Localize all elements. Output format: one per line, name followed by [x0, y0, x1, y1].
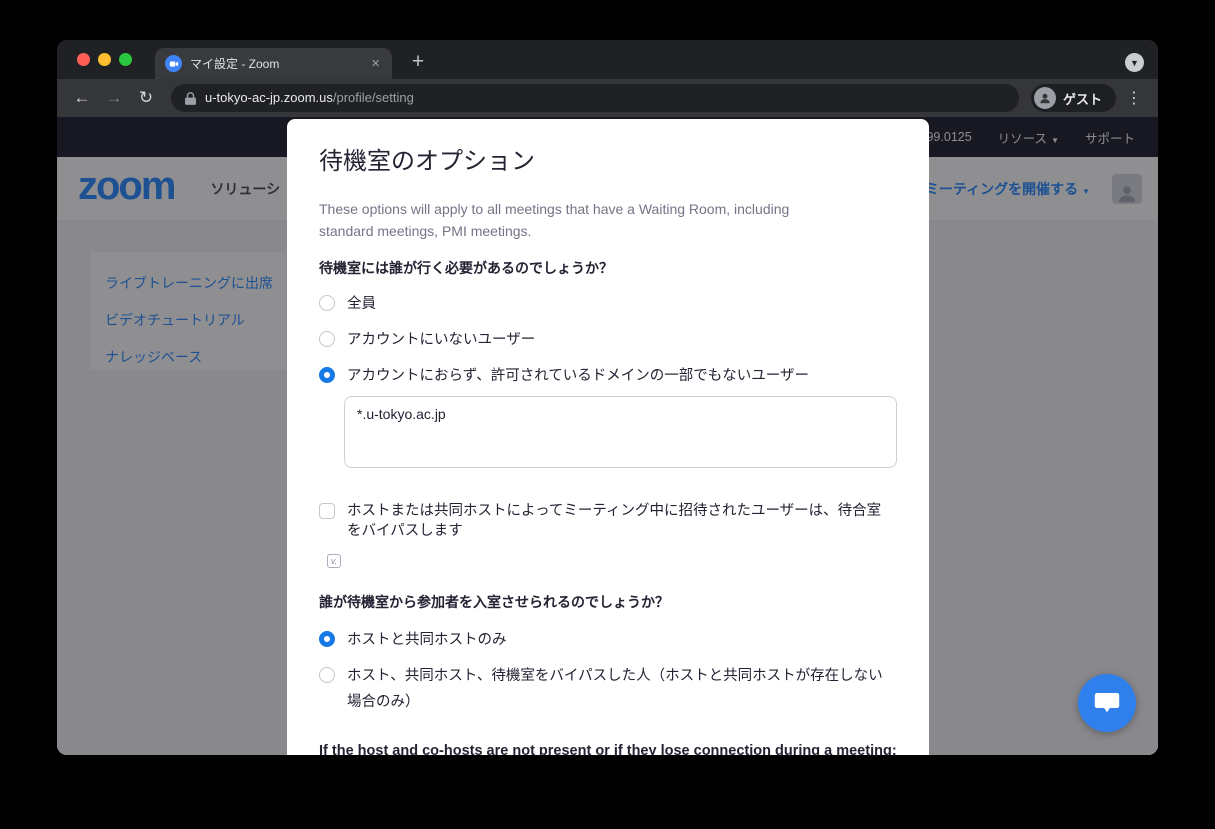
- window-controls: [77, 53, 132, 66]
- question-who-can-admit: 誰が待機室から参加者を入室させられるのでしょうか？: [319, 592, 897, 612]
- lock-icon: [185, 92, 196, 105]
- radio-icon[interactable]: [319, 295, 335, 311]
- checkbox-icon[interactable]: [319, 503, 335, 519]
- radio-icon-selected[interactable]: [319, 631, 335, 647]
- radio-icon[interactable]: [319, 667, 335, 683]
- unknown-glyph-icon: v.: [327, 554, 341, 568]
- radio-icon-selected[interactable]: [319, 367, 335, 383]
- radio-option-host-cohosts-only[interactable]: ホストと共同ホストのみ: [319, 630, 897, 650]
- tab-close-icon[interactable]: ×: [369, 54, 382, 73]
- desktop: マイ設定 - Zoom × + ▼ ← → ↻ u-tokyo-ac-jp.zo…: [0, 0, 1215, 829]
- url-domain: u-tokyo-ac-jp.zoom.us: [205, 90, 333, 105]
- radio-option-host-cohosts-bypassed[interactable]: ホスト、共同ホスト、待機室をバイパスした人（ホストと共同ホストが存在しない場合の…: [319, 666, 897, 715]
- back-icon[interactable]: ←: [69, 85, 95, 111]
- reload-icon[interactable]: ↻: [133, 85, 159, 111]
- url-bar[interactable]: u-tokyo-ac-jp.zoom.us/profile/setting: [171, 84, 1019, 112]
- tab-strip: マイ設定 - Zoom × + ▼: [57, 40, 1158, 79]
- chat-widget-button[interactable]: [1078, 674, 1136, 732]
- profile-button[interactable]: ゲスト: [1031, 84, 1116, 112]
- modal-title: 待機室のオプション: [319, 141, 897, 176]
- modal-description: These options will apply to all meetings…: [319, 198, 847, 242]
- waiting-room-options-modal: 待機室のオプション These options will apply to al…: [287, 119, 929, 755]
- question-host-not-present: If the host and co-hosts are not present…: [319, 743, 897, 755]
- minimize-window-button[interactable]: [98, 53, 111, 66]
- chat-bubble-icon: [1094, 691, 1120, 715]
- allowed-domains-input[interactable]: *.u-tokyo.ac.jp: [344, 396, 897, 468]
- close-window-button[interactable]: [77, 53, 90, 66]
- page-content: 88.799.0125 リソース▼ サポート zoom ソリューシ ミーティング…: [57, 117, 1158, 755]
- url-path: /profile/setting: [333, 90, 414, 105]
- tab-search-icon[interactable]: ▼: [1125, 53, 1144, 72]
- forward-icon[interactable]: →: [101, 85, 127, 111]
- profile-label: ゲスト: [1063, 89, 1102, 108]
- new-tab-button[interactable]: +: [404, 49, 432, 77]
- question-who-goes-to-waiting-room: 待機室には誰が行く必要があるのでしょうか？: [319, 258, 897, 278]
- radio-option-everyone[interactable]: 全員: [319, 294, 897, 314]
- profile-avatar-icon: [1034, 87, 1056, 109]
- radio-option-users-not-in-allowed-domains[interactable]: アカウントにおらず、許可されているドメインの一部でもないユーザー: [319, 366, 897, 386]
- browser-menu-icon[interactable]: ⋮: [1122, 88, 1146, 108]
- browser-toolbar: ← → ↻ u-tokyo-ac-jp.zoom.us/profile/sett…: [57, 79, 1158, 117]
- browser-window: マイ設定 - Zoom × + ▼ ← → ↻ u-tokyo-ac-jp.zo…: [57, 40, 1158, 755]
- radio-option-users-not-in-account[interactable]: アカウントにいないユーザー: [319, 330, 897, 350]
- zoom-favicon-icon: [165, 55, 182, 72]
- fullscreen-window-button[interactable]: [119, 53, 132, 66]
- checkbox-bypass-invited-users[interactable]: ホストまたは共同ホストによってミーティング中に招待されたユーザーは、待合室をバイ…: [319, 501, 897, 541]
- browser-tab[interactable]: マイ設定 - Zoom ×: [155, 48, 392, 79]
- tab-title: マイ設定 - Zoom: [190, 55, 361, 72]
- radio-icon[interactable]: [319, 331, 335, 347]
